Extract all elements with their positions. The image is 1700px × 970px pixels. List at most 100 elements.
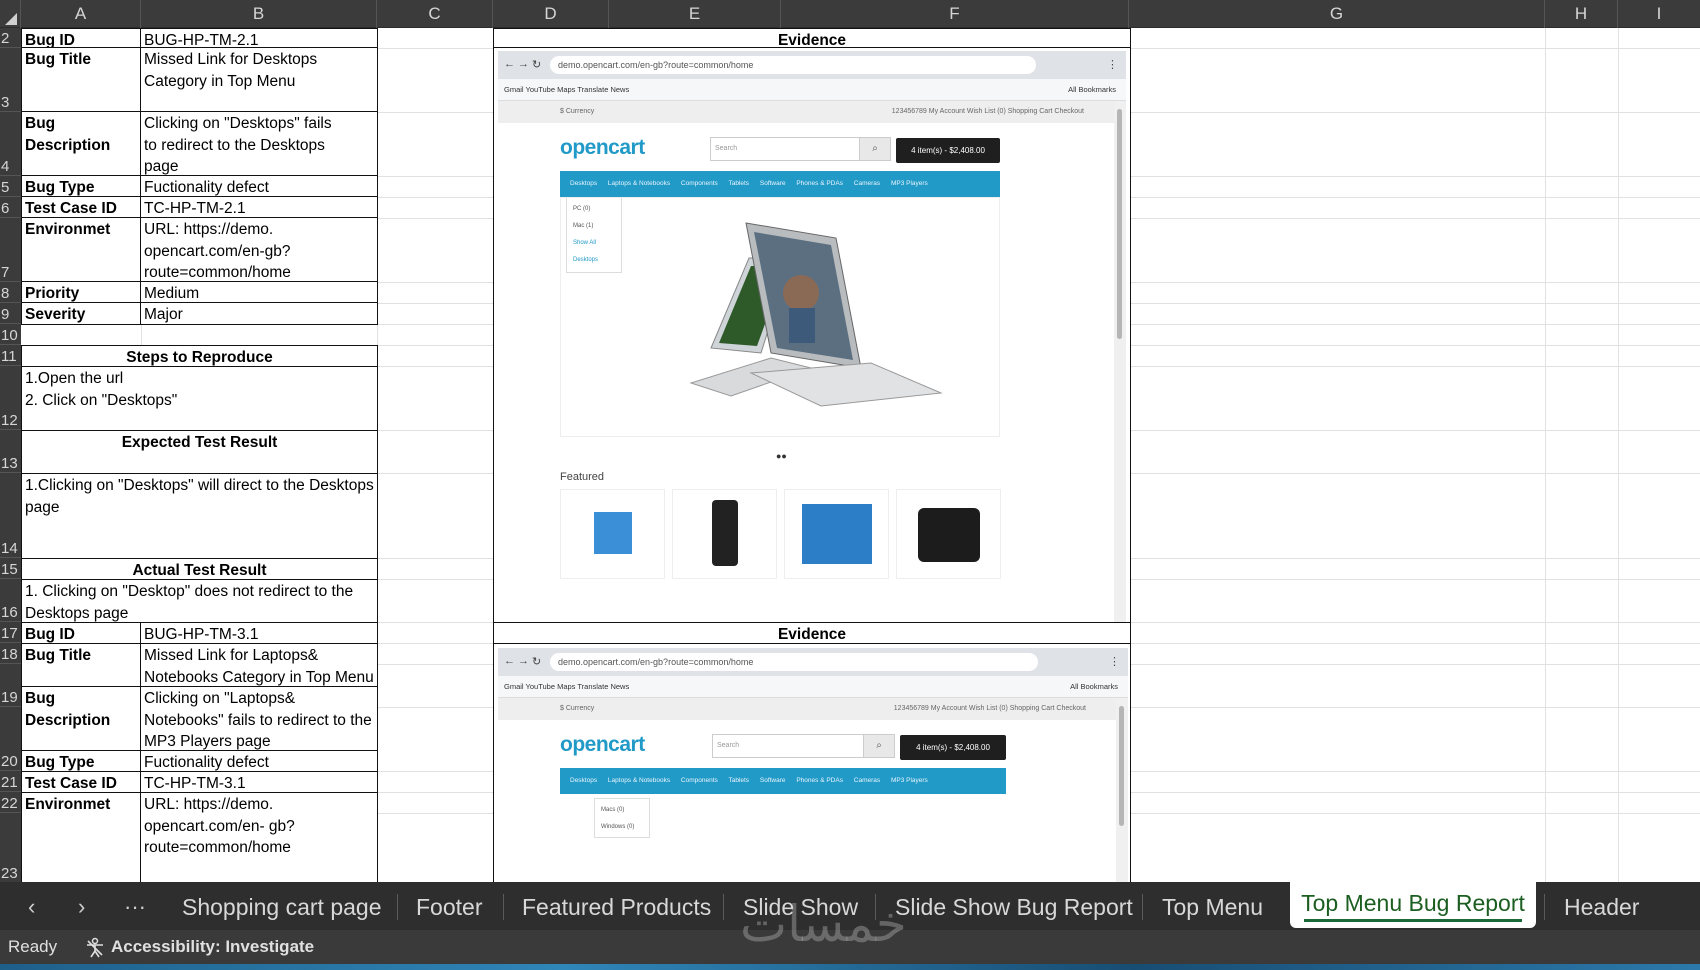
row-header[interactable]: 8 <box>0 282 21 303</box>
desktop-strip <box>0 964 1700 970</box>
tab-top-menu-bug-report[interactable]: Top Menu Bug Report <box>1290 882 1536 928</box>
bug-title-value[interactable]: Missed Link for Desktops Category in Top… <box>140 47 378 113</box>
ready-status: Ready <box>8 937 58 956</box>
bug-id-label[interactable]: Bug ID <box>21 622 142 645</box>
row-header[interactable]: 23 <box>0 813 21 882</box>
expected-result-value[interactable]: 1.Clicking on "Desktops" will direct to … <box>21 473 378 560</box>
select-all-button[interactable] <box>0 0 21 28</box>
priority-label[interactable]: Priority <box>21 281 142 304</box>
active-tab-underline <box>1304 919 1522 922</box>
row-header[interactable]: 9 <box>0 303 21 324</box>
test-case-id-label[interactable]: Test Case ID <box>21 196 142 219</box>
row-header[interactable]: 12 <box>0 366 21 430</box>
bug-title-value[interactable]: Missed Link for Laptops& Notebooks Categ… <box>140 643 378 688</box>
store-top-strip: $ Currency 123456789 My Account Wish Lis… <box>498 698 1116 720</box>
menu-phones: Phones & PDAs <box>796 180 843 187</box>
tab-top-menu[interactable]: Top Menu <box>1162 890 1263 924</box>
environment-label[interactable]: Environmet <box>21 792 142 882</box>
row-header[interactable]: 6 <box>0 197 21 218</box>
test-case-id-value[interactable]: TC-HP-TM-2.1 <box>140 196 378 219</box>
evidence-screenshot[interactable]: ← → ↻ demo.opencart.com/en-gb?route=comm… <box>498 51 1126 651</box>
worksheet-grid[interactable]: Bug ID BUG-HP-TM-2.1 Bug Title Missed Li… <box>21 28 1700 882</box>
tab-footer[interactable]: Footer <box>416 890 482 924</box>
row-header[interactable]: 11 <box>0 345 21 366</box>
actual-result-value[interactable]: 1. Clicking on "Desktop" does not redire… <box>21 579 378 624</box>
severity-label[interactable]: Severity <box>21 302 142 325</box>
evidence-header[interactable]: Evidence <box>493 622 1131 645</box>
column-header-a[interactable]: A <box>21 0 141 28</box>
test-case-id-label[interactable]: Test Case ID <box>21 771 142 794</box>
bug-type-label[interactable]: Bug Type <box>21 750 142 773</box>
column-header-f[interactable]: F <box>781 0 1129 28</box>
reload-icon: ↻ <box>532 59 542 71</box>
menu-tablets: Tablets <box>728 180 750 187</box>
bug-type-value[interactable]: Fuctionality defect <box>140 750 378 773</box>
row-header[interactable]: 14 <box>0 473 21 558</box>
menu-desktops: Desktops <box>570 180 598 187</box>
product-card <box>896 489 1001 579</box>
column-header-i[interactable]: I <box>1618 0 1700 28</box>
row-header[interactable]: 18 <box>0 643 21 664</box>
row-header[interactable]: 10 <box>0 324 21 345</box>
bug-type-label[interactable]: Bug Type <box>21 175 142 198</box>
row-header[interactable]: 5 <box>0 176 21 197</box>
evidence-screenshot[interactable]: ← → ↻ demo.opencart.com/en-gb?route=comm… <box>498 648 1128 882</box>
steps-to-reproduce-cell[interactable]: 1.Open the url 2. Click on "Desktops" <box>21 366 378 432</box>
row-header[interactable]: 13 <box>0 430 21 473</box>
row-header[interactable]: 4 <box>0 112 21 176</box>
bug-id-value[interactable]: BUG-HP-TM-3.1 <box>140 622 378 645</box>
top-links: 123456789 My Account Wish List (0) Shopp… <box>893 705 1086 712</box>
tab-header[interactable]: Header <box>1564 890 1639 924</box>
screenshot-scrollbar <box>1114 101 1126 651</box>
row-header[interactable]: 21 <box>0 771 21 792</box>
menu-components: Components <box>680 777 718 784</box>
steps-to-reproduce-header[interactable]: Steps to Reproduce <box>21 345 378 368</box>
row-header[interactable]: 7 <box>0 218 21 282</box>
column-header-e[interactable]: E <box>609 0 781 28</box>
column-header-c[interactable]: C <box>377 0 493 28</box>
row-header[interactable]: 2 <box>0 28 21 48</box>
bug-description-label[interactable]: Bug Description <box>21 686 142 752</box>
priority-value[interactable]: Medium <box>140 281 378 304</box>
accessibility-icon[interactable] <box>84 930 106 964</box>
test-case-id-value[interactable]: TC-HP-TM-3.1 <box>140 771 378 794</box>
bug-id-label[interactable]: Bug ID <box>21 28 142 49</box>
bug-title-label[interactable]: Bug Title <box>21 47 142 113</box>
environment-value[interactable]: URL: https://demo. opencart.com/en- gb?r… <box>140 792 378 882</box>
column-header-g[interactable]: G <box>1129 0 1545 28</box>
expected-result-header[interactable]: Expected Test Result <box>21 430 378 475</box>
store-top-strip: $ Currency 123456789 My Account Wish Lis… <box>498 101 1114 123</box>
row-header[interactable]: 17 <box>0 622 21 643</box>
bug-title-label[interactable]: Bug Title <box>21 643 142 688</box>
bug-id-value[interactable]: BUG-HP-TM-2.1 <box>140 28 378 49</box>
row-header[interactable]: 19 <box>0 664 21 707</box>
bug-type-value[interactable]: Fuctionality defect <box>140 175 378 198</box>
actual-result-header[interactable]: Actual Test Result <box>21 558 378 581</box>
column-header-h[interactable]: H <box>1545 0 1618 28</box>
tab-featured-products[interactable]: Featured Products <box>522 890 711 924</box>
tab-slide-show[interactable]: Slide Show <box>743 890 858 924</box>
tab-shopping-cart-page[interactable]: Shopping cart page <box>182 890 382 924</box>
screenshot-scrollbar <box>1116 698 1128 882</box>
severity-value[interactable]: Major <box>140 302 378 325</box>
tab-slide-show-bug-report[interactable]: Slide Show Bug Report <box>895 890 1133 924</box>
all-bookmarks: All Bookmarks <box>1070 682 1118 691</box>
row-header[interactable]: 22 <box>0 792 21 813</box>
next-sheet-icon[interactable]: › <box>78 890 85 924</box>
more-sheets-icon[interactable]: ··· <box>124 890 146 924</box>
column-header-b[interactable]: B <box>141 0 377 28</box>
bug-description-label[interactable]: Bug Description <box>21 111 142 177</box>
prev-sheet-icon[interactable]: ‹ <box>28 890 35 924</box>
column-header-d[interactable]: D <box>493 0 609 28</box>
row-header[interactable]: 15 <box>0 558 21 579</box>
evidence-header[interactable]: Evidence <box>493 28 1131 49</box>
row-header[interactable]: 3 <box>0 48 21 112</box>
row-header[interactable]: 16 <box>0 579 21 622</box>
sheet-tabs-bar: ‹ › ··· Shopping cart page Footer Featur… <box>0 882 1700 930</box>
bug-description-value[interactable]: Clicking on "Desktops" fails to redirect… <box>140 111 378 177</box>
row-header[interactable]: 20 <box>0 707 21 771</box>
bug-description-value[interactable]: Clicking on "Laptops& Notebooks" fails t… <box>140 686 378 752</box>
accessibility-status[interactable]: Accessibility: Investigate <box>111 930 314 964</box>
environment-value[interactable]: URL: https://demo. opencart.com/en-gb?ro… <box>140 217 378 283</box>
environment-label[interactable]: Environmet <box>21 217 142 283</box>
